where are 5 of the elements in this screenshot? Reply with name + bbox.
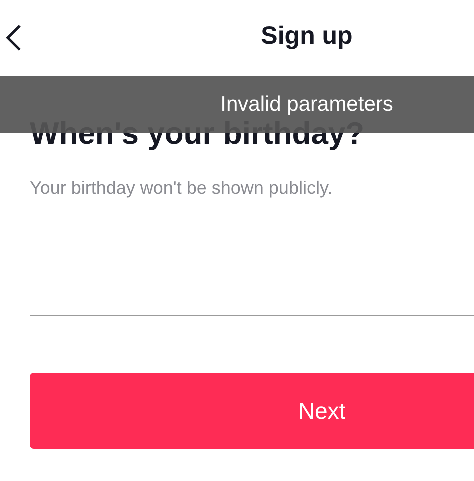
back-icon[interactable]	[4, 24, 24, 52]
page-title: Sign up	[261, 22, 353, 50]
toast-message: Invalid parameters	[220, 92, 394, 116]
next-button[interactable]: Next	[30, 373, 474, 449]
subtitle: Your birthday won't be shown publicly.	[30, 178, 334, 199]
